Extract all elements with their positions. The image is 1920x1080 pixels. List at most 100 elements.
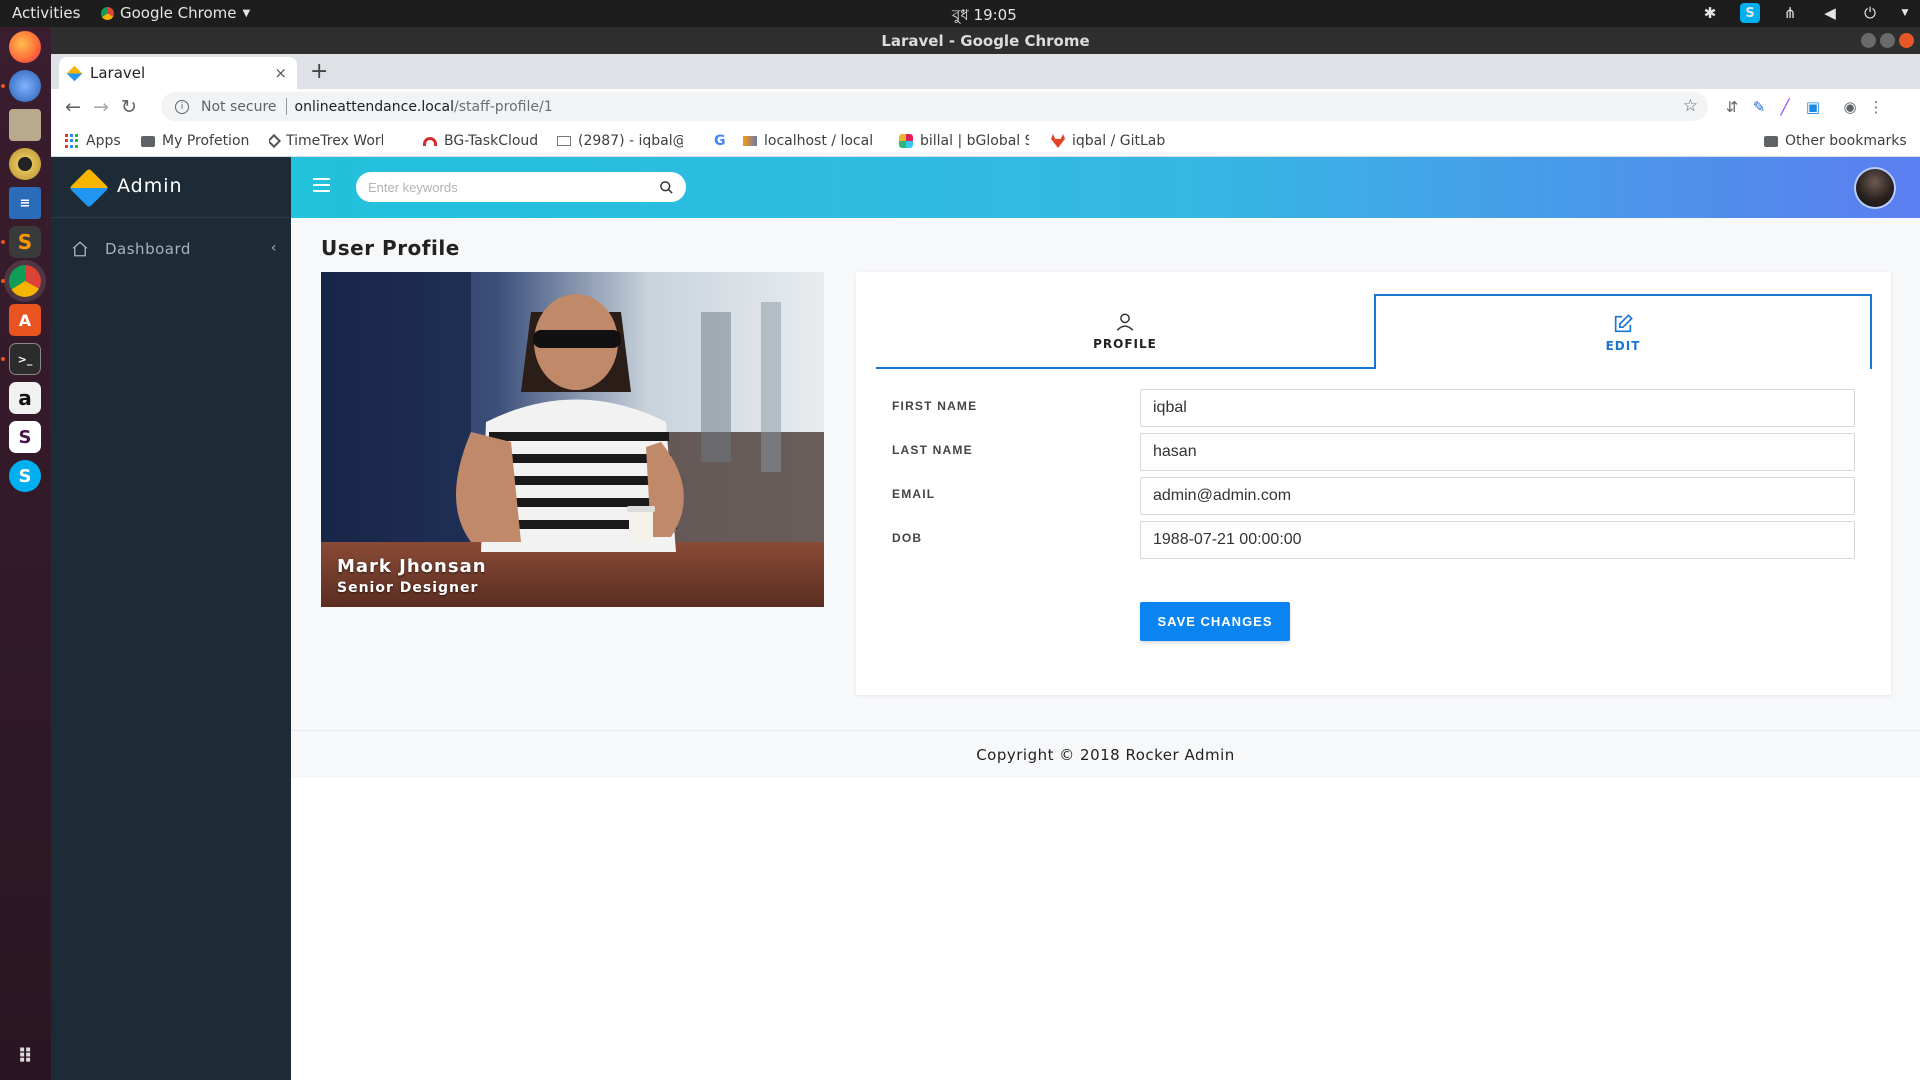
apps-icon bbox=[65, 134, 79, 148]
bookmark-mail[interactable]: (2987) - iqbal@b bbox=[557, 133, 683, 149]
email-label: EMAIL bbox=[892, 487, 936, 501]
amazon-icon[interactable]: a bbox=[9, 382, 41, 414]
firefox-icon[interactable] bbox=[9, 31, 41, 63]
activities-button[interactable]: Activities bbox=[12, 4, 80, 22]
volume-icon[interactable]: ◀ bbox=[1820, 3, 1840, 23]
profile-edit-panel: PROFILE EDIT FIRST NAME LAST NAME EMAIL bbox=[856, 272, 1891, 695]
extension-arrows-icon[interactable]: ⇵ bbox=[1722, 97, 1742, 117]
bookmark-my-profetion[interactable]: My Profetion bbox=[141, 133, 249, 149]
last-name-input[interactable] bbox=[1140, 433, 1855, 471]
terminal-icon[interactable]: >_ bbox=[9, 343, 41, 375]
first-name-input[interactable] bbox=[1140, 389, 1855, 427]
divider bbox=[285, 98, 287, 115]
footer: Copyright © 2018 Rocker Admin bbox=[291, 730, 1920, 778]
info-icon[interactable]: i bbox=[175, 99, 189, 114]
rhythmbox-icon[interactable] bbox=[9, 148, 41, 180]
close-window-button[interactable] bbox=[1899, 33, 1914, 48]
sidebar-item-dashboard[interactable]: Dashboard ‹ bbox=[51, 229, 291, 269]
bookmark-label: Other bookmarks bbox=[1785, 133, 1907, 149]
reload-icon[interactable]: ↻ bbox=[117, 95, 141, 119]
address-bar[interactable]: i Not secure onlineattendance.local /sta… bbox=[161, 92, 1708, 121]
running-indicator bbox=[1, 357, 5, 361]
main-content: User Profile Mark Jhonsan Senior Designe… bbox=[291, 218, 1920, 1080]
network-icon[interactable]: ⋔ bbox=[1780, 3, 1800, 23]
gitlab-icon bbox=[1051, 134, 1065, 148]
window-title-bar[interactable]: Laravel - Google Chrome bbox=[51, 27, 1920, 54]
app-menu[interactable]: Google Chrome ▼ bbox=[101, 4, 250, 22]
thunderbird-icon[interactable] bbox=[9, 70, 41, 102]
running-indicator bbox=[1, 279, 5, 283]
edit-icon bbox=[1614, 313, 1633, 332]
extension-pen-icon[interactable]: ╱ bbox=[1775, 97, 1795, 117]
chrome-icon[interactable] bbox=[9, 265, 41, 297]
folder-icon bbox=[1764, 135, 1778, 147]
chevron-left-icon[interactable]: ‹ bbox=[271, 240, 277, 256]
avatar[interactable] bbox=[1856, 169, 1894, 207]
sublime-text-icon[interactable]: S bbox=[9, 226, 41, 258]
tab-edit[interactable]: EDIT bbox=[1374, 294, 1872, 369]
extension-screenshot-icon[interactable]: ▣ bbox=[1803, 97, 1823, 117]
skype-tray-icon[interactable]: S bbox=[1740, 3, 1760, 23]
close-tab-icon[interactable]: × bbox=[274, 64, 287, 82]
maximize-button[interactable] bbox=[1880, 33, 1895, 48]
files-icon[interactable] bbox=[9, 109, 41, 141]
search-icon[interactable] bbox=[659, 180, 674, 195]
bookmark-other[interactable]: Other bookmarks bbox=[1764, 133, 1907, 149]
bookmark-phpmyadmin[interactable]: localhost / locall bbox=[743, 133, 873, 149]
search-input[interactable] bbox=[368, 179, 659, 195]
caret-down-icon[interactable]: ▼ bbox=[1900, 3, 1910, 23]
home-icon bbox=[72, 241, 88, 257]
extension-colorpicker-icon[interactable]: ✎ bbox=[1749, 97, 1769, 117]
phpmyadmin-icon bbox=[743, 136, 757, 146]
dob-input[interactable] bbox=[1140, 521, 1855, 559]
bookmark-label: localhost / locall bbox=[764, 133, 873, 149]
running-indicator bbox=[1, 240, 5, 244]
bookmark-gitlab[interactable]: iqbal / GitLab bbox=[1051, 133, 1165, 149]
clock[interactable]: বুধ 19:05 bbox=[952, 4, 1017, 29]
back-icon[interactable]: ← bbox=[61, 95, 85, 119]
menu-kebab-icon[interactable]: ⋮ bbox=[1866, 97, 1886, 117]
copyright-text: Copyright © 2018 Rocker Admin bbox=[976, 745, 1235, 764]
new-tab-button[interactable]: + bbox=[310, 59, 328, 84]
top-navbar bbox=[291, 157, 1920, 218]
settings-tray-icon[interactable]: ✱ bbox=[1700, 3, 1720, 23]
bookmark-timetrex[interactable]: TimeTrex Workf bbox=[269, 133, 383, 149]
tab-profile[interactable]: PROFILE bbox=[876, 294, 1374, 369]
skype-icon[interactable]: S bbox=[9, 460, 41, 492]
user-icon bbox=[1116, 312, 1134, 331]
browser-tab[interactable]: Laravel × bbox=[59, 57, 297, 89]
bookmark-slack[interactable]: billal | bGlobal Sl bbox=[899, 133, 1029, 149]
sidebar-item-label: Dashboard bbox=[105, 240, 191, 258]
bookmark-bg-taskcloud[interactable]: BG-TaskCloud bbox=[423, 133, 538, 149]
bookmark-label: iqbal / GitLab bbox=[1072, 133, 1166, 149]
not-secure-label[interactable]: Not secure bbox=[201, 99, 277, 115]
profile-role: Senior Designer bbox=[337, 580, 479, 596]
hamburger-menu-icon[interactable] bbox=[313, 178, 330, 192]
account-icon[interactable]: ◉ bbox=[1840, 97, 1860, 117]
chrome-icon bbox=[101, 6, 114, 20]
slack-icon[interactable]: S bbox=[9, 421, 41, 453]
brand[interactable]: Admin bbox=[51, 157, 291, 218]
grid-icon[interactable]: ⠿ bbox=[9, 1040, 41, 1072]
bookmark-google[interactable]: G bbox=[714, 133, 726, 149]
window-title: Laravel - Google Chrome bbox=[881, 32, 1090, 50]
caret-down-icon: ▼ bbox=[242, 7, 251, 19]
first-name-label: FIRST NAME bbox=[892, 399, 978, 413]
system-tray: ✱ S ⋔ ◀ ⏻ ▼ bbox=[1700, 3, 1910, 23]
bookmark-star-icon[interactable]: ☆ bbox=[1683, 96, 1698, 116]
google-icon: G bbox=[714, 133, 726, 149]
save-changes-button[interactable]: SAVE CHANGES bbox=[1140, 602, 1290, 641]
forward-icon[interactable]: → bbox=[89, 95, 113, 119]
url-host: onlineattendance.local bbox=[294, 98, 454, 115]
bookmark-label: My Profetion bbox=[162, 133, 250, 149]
minimize-button[interactable] bbox=[1861, 33, 1876, 48]
url-path: /staff-profile/1 bbox=[454, 98, 553, 115]
bookmark-label: (2987) - iqbal@b bbox=[578, 133, 683, 149]
power-icon[interactable]: ⏻ bbox=[1860, 3, 1880, 23]
email-input[interactable] bbox=[1140, 477, 1855, 515]
libreoffice-writer-icon[interactable]: ≡ bbox=[9, 187, 41, 219]
bookmark-apps[interactable]: Apps bbox=[65, 133, 121, 149]
software-center-icon[interactable]: A bbox=[9, 304, 41, 336]
os-top-bar: Activities Google Chrome ▼ বুধ 19:05 ✱ S… bbox=[0, 0, 1920, 27]
bookmark-label: Apps bbox=[86, 133, 121, 149]
